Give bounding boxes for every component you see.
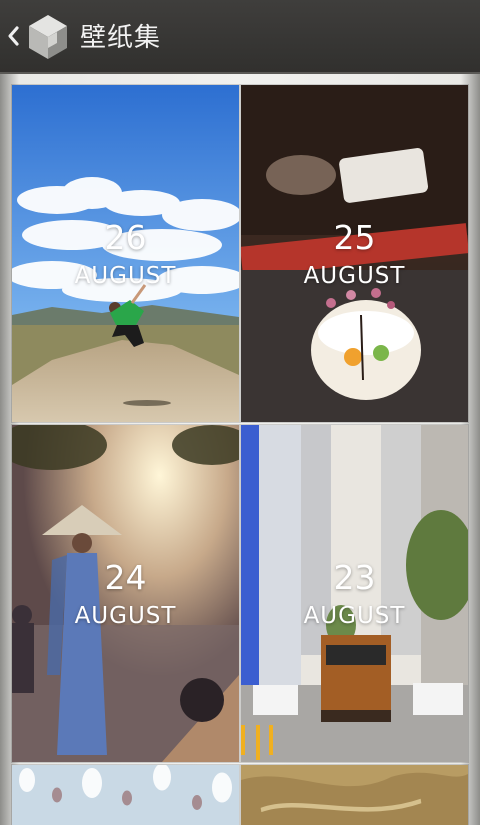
wallpaper-day: 24 bbox=[104, 558, 147, 597]
cube-logo-icon[interactable] bbox=[26, 13, 70, 61]
wallpaper-day: 25 bbox=[333, 218, 376, 257]
wallpaper-card-26[interactable]: 26 AUGUST bbox=[12, 85, 239, 422]
wallpaper-card-24[interactable]: 24 AUGUST bbox=[12, 425, 239, 762]
wallpaper-card-23[interactable]: 23 AUGUST bbox=[241, 425, 468, 762]
chevron-left-icon[interactable] bbox=[4, 22, 22, 50]
wallpaper-month: AUGUST bbox=[303, 603, 406, 629]
wallpaper-month: AUGUST bbox=[74, 603, 177, 629]
action-bar: 壁纸集 bbox=[0, 0, 480, 74]
wallpaper-month: AUGUST bbox=[74, 263, 177, 289]
wallpaper-card-25[interactable]: 25 AUGUST bbox=[241, 85, 468, 422]
wallpaper-day: 23 bbox=[333, 558, 376, 597]
page-title: 壁纸集 bbox=[80, 23, 162, 53]
wallpaper-card-next-2[interactable] bbox=[241, 765, 468, 825]
wallpaper-month: AUGUST bbox=[303, 263, 406, 289]
wallpaper-grid: 26 AUGUST 25 AUGUST 24 AUGUST 23 AUGUST bbox=[0, 74, 480, 825]
wallpaper-image bbox=[241, 765, 468, 825]
wallpaper-day: 26 bbox=[104, 218, 147, 257]
wallpaper-card-next[interactable] bbox=[12, 765, 239, 825]
wallpaper-image bbox=[12, 765, 239, 825]
